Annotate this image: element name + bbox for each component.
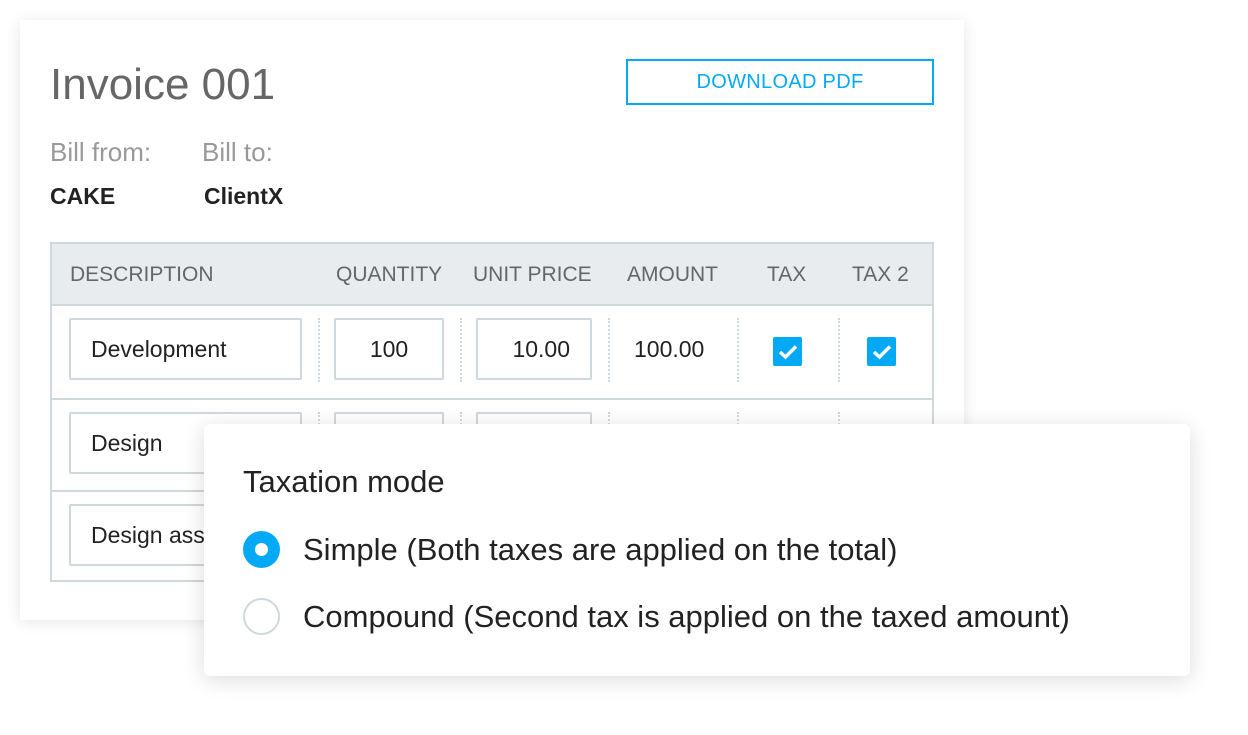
- taxation-option-label: Compound (Second tax is applied on the t…: [303, 598, 1070, 634]
- column-header-quantity: QUANTITY: [336, 263, 443, 286]
- taxation-mode-popup: Taxation mode Simple (Both taxes are app…: [204, 424, 1190, 676]
- amount-value: 100.00: [634, 336, 705, 362]
- column-divider: [737, 318, 739, 382]
- bill-to-value: ClientX: [204, 183, 284, 209]
- column-divider: [838, 318, 840, 382]
- column-header-description: DESCRIPTION: [70, 263, 214, 286]
- radio-unselected-icon[interactable]: [243, 598, 280, 635]
- table-header: DESCRIPTION QUANTITY UNIT PRICE AMOUNT T…: [52, 244, 932, 306]
- table-row: Development 100 10.00 100.00: [52, 306, 932, 400]
- tax2-checkbox[interactable]: [867, 337, 896, 366]
- column-divider: [318, 318, 320, 382]
- tax-checkbox[interactable]: [773, 337, 802, 366]
- quantity-input[interactable]: 100: [334, 318, 444, 380]
- column-header-amount: AMOUNT: [627, 263, 718, 286]
- taxation-option-label: Simple (Both taxes are applied on the to…: [303, 531, 898, 567]
- unit-price-input[interactable]: 10.00: [476, 318, 592, 380]
- column-divider: [460, 318, 462, 382]
- bill-from-value: CAKE: [50, 183, 116, 209]
- download-pdf-button[interactable]: DOWNLOAD PDF: [626, 59, 934, 105]
- taxation-option-simple[interactable]: Simple (Both taxes are applied on the to…: [243, 531, 898, 568]
- bill-from-label: Bill from:: [50, 137, 152, 167]
- bill-to-label: Bill to:: [202, 137, 273, 167]
- invoice-title: Invoice 001: [50, 60, 276, 109]
- check-icon: [872, 344, 891, 359]
- radio-selected-icon[interactable]: [243, 531, 280, 568]
- popup-title: Taxation mode: [243, 464, 445, 499]
- column-divider: [608, 318, 610, 382]
- taxation-option-compound[interactable]: Compound (Second tax is applied on the t…: [243, 598, 1070, 635]
- description-input[interactable]: Development: [69, 318, 302, 380]
- column-header-unit-price: UNIT PRICE: [473, 263, 592, 286]
- column-header-tax2: TAX 2: [852, 263, 909, 286]
- check-icon: [778, 344, 797, 359]
- column-header-tax: TAX: [767, 263, 807, 286]
